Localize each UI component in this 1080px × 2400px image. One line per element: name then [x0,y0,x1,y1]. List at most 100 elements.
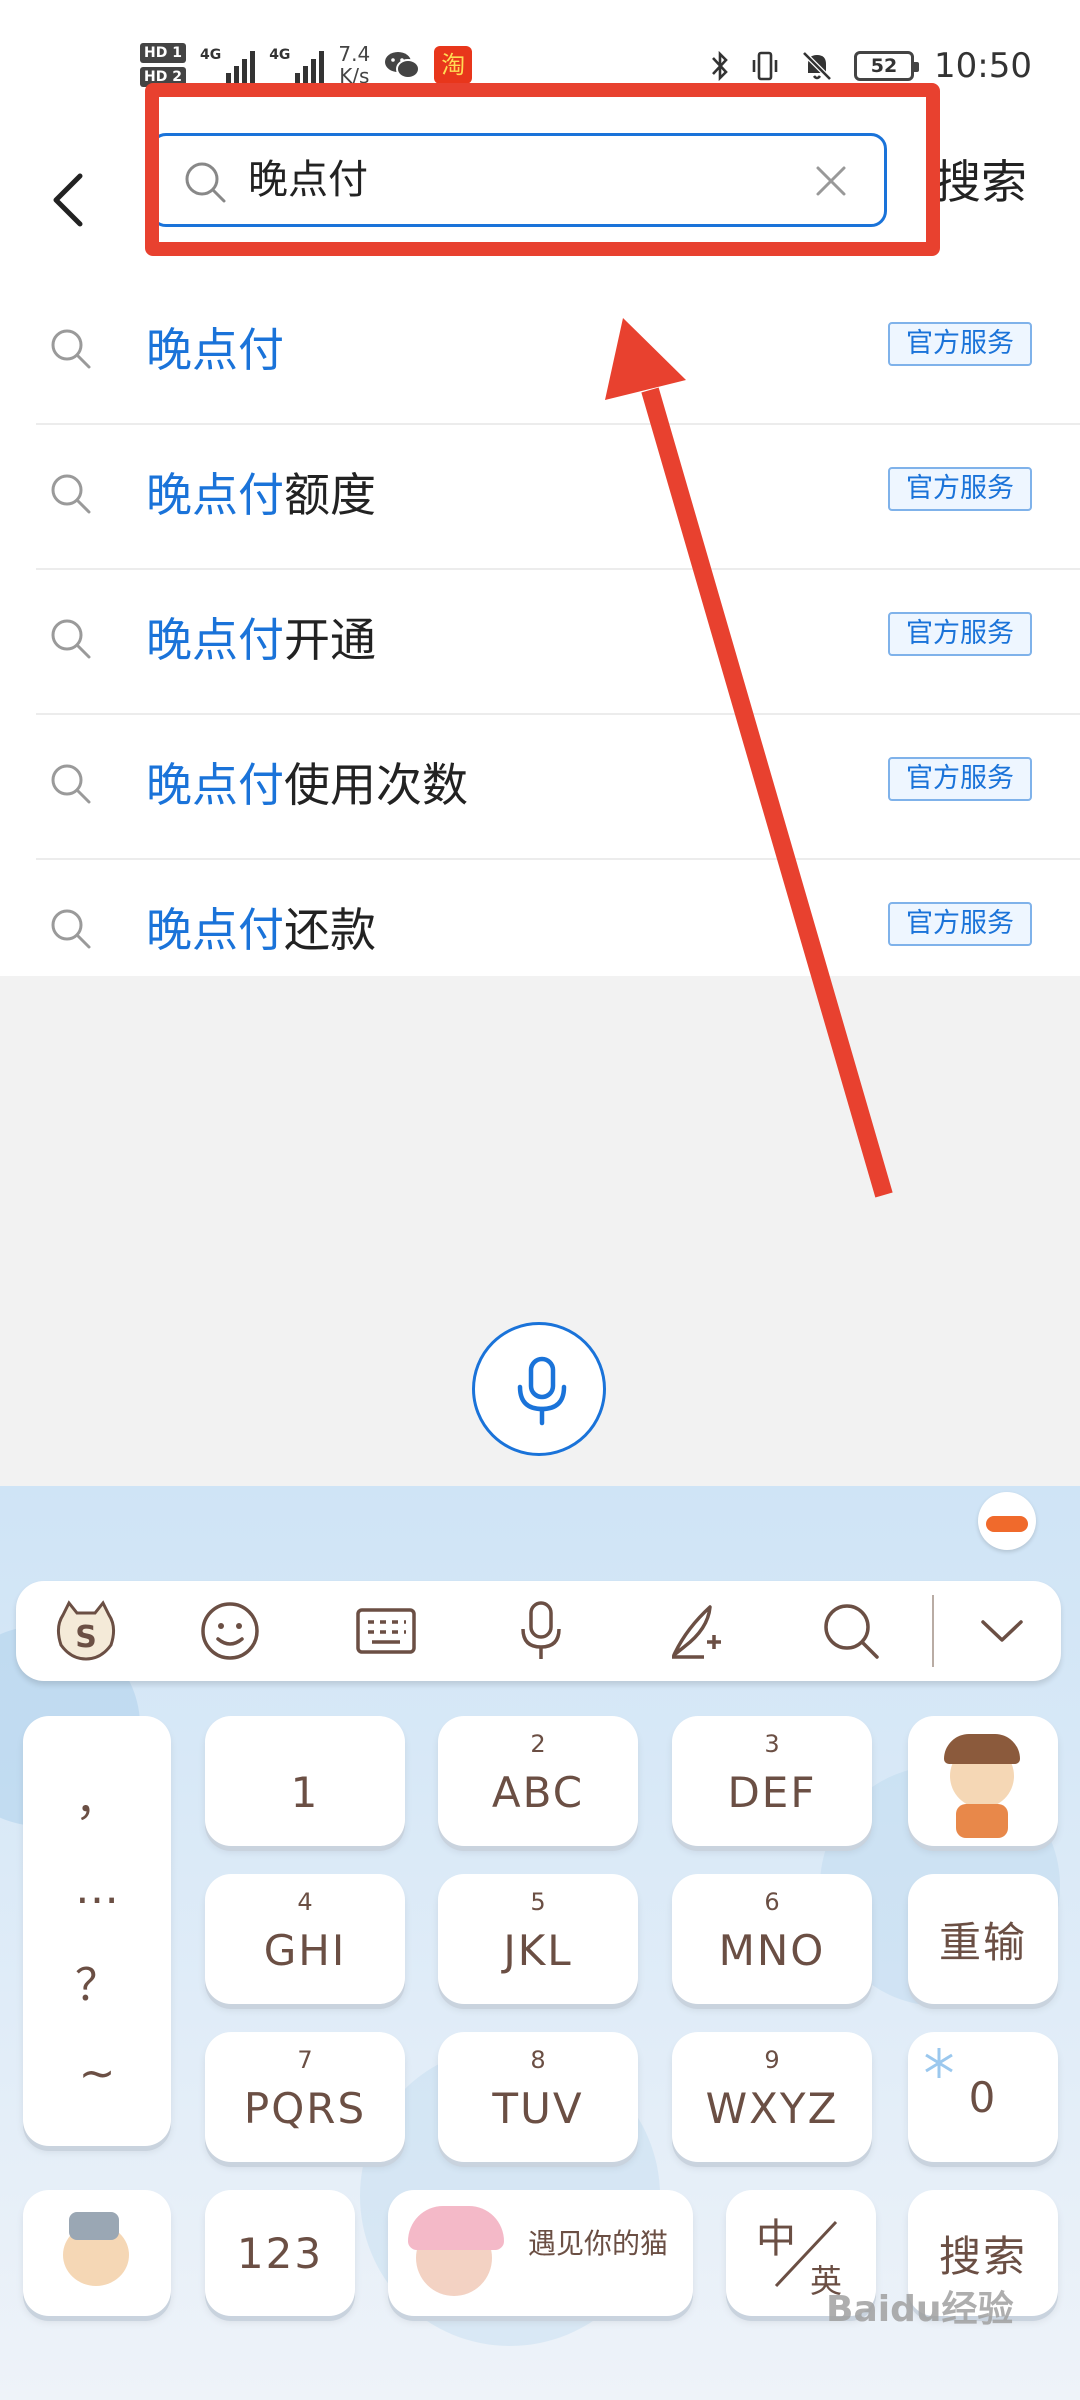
hd-badge-2: HD 2 [140,67,186,87]
keyboard-search-icon[interactable] [811,1596,891,1666]
search-input[interactable]: 晚点付 [150,133,887,227]
t9-key[interactable]: 4 GHI [205,1874,405,2004]
suggestion-rest: 额度 [284,468,376,522]
hd-badges: HD 1 HD 2 [140,43,186,87]
official-service-badge: 官方服务 [888,467,1032,511]
sogou-logo-icon[interactable]: S [46,1596,126,1666]
t9-key-number: 2 [530,1730,546,1758]
official-service-badge: 官方服务 [888,902,1032,946]
emoji-icon[interactable] [190,1596,270,1666]
numbers-key-label: 123 [236,2228,324,2278]
suggestion-text: 晚点付使用次数 [146,755,468,815]
space-key[interactable]: 遇见你的猫 [388,2190,693,2316]
toolbar-divider [932,1595,934,1667]
search-icon [185,162,226,203]
clear-icon[interactable] [808,158,854,204]
suggestion-highlight: 晚点付 [146,613,284,667]
t9-key-number: 6 [764,1888,780,1916]
official-service-badge: 官方服务 [888,757,1032,801]
reenter-key[interactable]: 重输 [908,1874,1058,2004]
search-submit-button[interactable]: 搜索 [935,154,1027,210]
sticker-cat-key[interactable] [23,2190,171,2316]
t9-key[interactable]: 2 ABC [438,1716,638,1846]
suggestion-text: 晚点付还款 [146,900,376,960]
search-icon [51,329,91,369]
mute-bell-icon [802,51,832,81]
reenter-key-label: 重输 [938,1917,1027,1967]
t9-key[interactable]: 7 PQRS [205,2032,405,2162]
keyboard-switch-icon[interactable] [346,1596,426,1666]
t9-key-letters: 1 [290,1768,320,1817]
suggestion-highlight: 晚点付 [146,468,284,522]
keyboard-mascot-icon[interactable] [978,1492,1036,1550]
suggestion-rest: 使用次数 [284,758,468,812]
vibrate-icon [752,51,778,81]
search-header: 晚点付 搜索 [0,130,1080,280]
t9-key-letters: GHI [263,1926,347,1975]
suggestion-highlight: 晚点付 [146,758,284,812]
back-button[interactable] [40,150,100,250]
t9-key[interactable]: 8 TUV [438,2032,638,2162]
t9-key-number: 7 [297,2046,313,2074]
network-speed-value: 7.4 [338,42,371,66]
t9-key-letters: TUV [492,2084,584,2133]
keyboard-toolbar: S [16,1581,1061,1681]
clock: 10:50 [934,46,1032,86]
t9-key-number: 4 [297,1888,313,1916]
punct-key-question[interactable]: ？ [75,1949,119,2013]
search-icon [51,474,91,514]
svg-text:S: S [75,1620,97,1655]
t9-key-letters: WXYZ [705,2084,839,2133]
suggestion-item[interactable]: 晚点付开通 官方服务 [0,570,1080,715]
suggestion-item[interactable]: 晚点付使用次数 官方服务 [0,715,1080,860]
t9-key[interactable]: 5 JKL [438,1874,638,2004]
suggestion-item[interactable]: 晚点付额度 官方服务 [0,425,1080,570]
keyboard-microphone-icon[interactable] [501,1596,581,1666]
zero-key-label: 0 [968,2072,998,2122]
search-query-text[interactable]: 晚点付 [248,154,368,206]
suggestion-text: 晚点付 [146,320,284,380]
network-label-1: 4G [199,47,222,63]
t9-key-number: 5 [530,1888,546,1916]
t9-key-letters: MNO [718,1926,826,1975]
suggestion-item[interactable]: 晚点付 官方服务 [0,280,1080,425]
t9-key-letters: DEF [727,1768,817,1817]
network-label-2: 4G [269,47,291,63]
suggestion-highlight: 晚点付 [146,903,284,957]
t9-key[interactable]: 6 MNO [672,1874,872,2004]
punctuation-column[interactable]: ， … ？ ~ [23,1716,171,2146]
t9-key[interactable]: 9 WXYZ [672,2032,872,2162]
status-left-group: HD 1 HD 2 4G 4G 7.4 K/s 淘 [140,30,473,100]
zero-key[interactable]: 0 [908,2032,1058,2162]
bluetooth-icon [712,50,728,82]
punct-key-tilde[interactable]: ~ [79,2048,116,2099]
sticker-key[interactable] [908,1716,1058,1846]
search-icon [51,909,91,949]
taobao-icon: 淘 [434,46,473,84]
search-icon [51,619,91,659]
voice-input-button[interactable] [472,1322,606,1456]
network-speed-unit: K/s [339,64,370,88]
t9-key-number: 8 [530,2046,546,2074]
sogou-keyboard: S ， … ？ ~ 1 2 ABC 3 DEF 4 GHI 5 JKL 6 MNO 7 PQRS 8 TUV… [0,1486,1080,2400]
wechat-icon [385,52,421,79]
t9-key[interactable]: 1 [205,1716,405,1846]
official-service-badge: 官方服务 [888,322,1032,366]
suggestion-rest: 还款 [284,903,376,957]
suggestion-item[interactable]: 晚点付还款 官方服务 [0,860,1080,1005]
collapse-keyboard-chevron-down-icon[interactable] [962,1596,1042,1666]
t9-key[interactable]: 3 DEF [672,1716,872,1846]
battery-icon: 52 [854,51,920,81]
punct-key-ellipsis[interactable]: … [75,1863,119,1914]
network-speed: 7.4 K/s [338,43,370,87]
hd-badge-1: HD 1 [140,43,186,63]
numbers-key[interactable]: 123 [205,2190,355,2316]
t9-key-number: 3 [764,1730,780,1758]
signal-icon-1: 4G [199,47,256,83]
suggestion-list: 晚点付 官方服务 晚点付额度 官方服务 晚点付开通 官方服务 晚点付使用次数 官方服务 晚点付还… [0,280,1080,976]
handwriting-icon[interactable] [656,1596,736,1666]
space-key-caption: 遇见你的猫 [528,2227,669,2260]
official-service-badge: 官方服务 [888,612,1032,656]
punct-key-comma[interactable]: ， [75,1764,119,1828]
signal-icon-2: 4G [269,47,325,83]
